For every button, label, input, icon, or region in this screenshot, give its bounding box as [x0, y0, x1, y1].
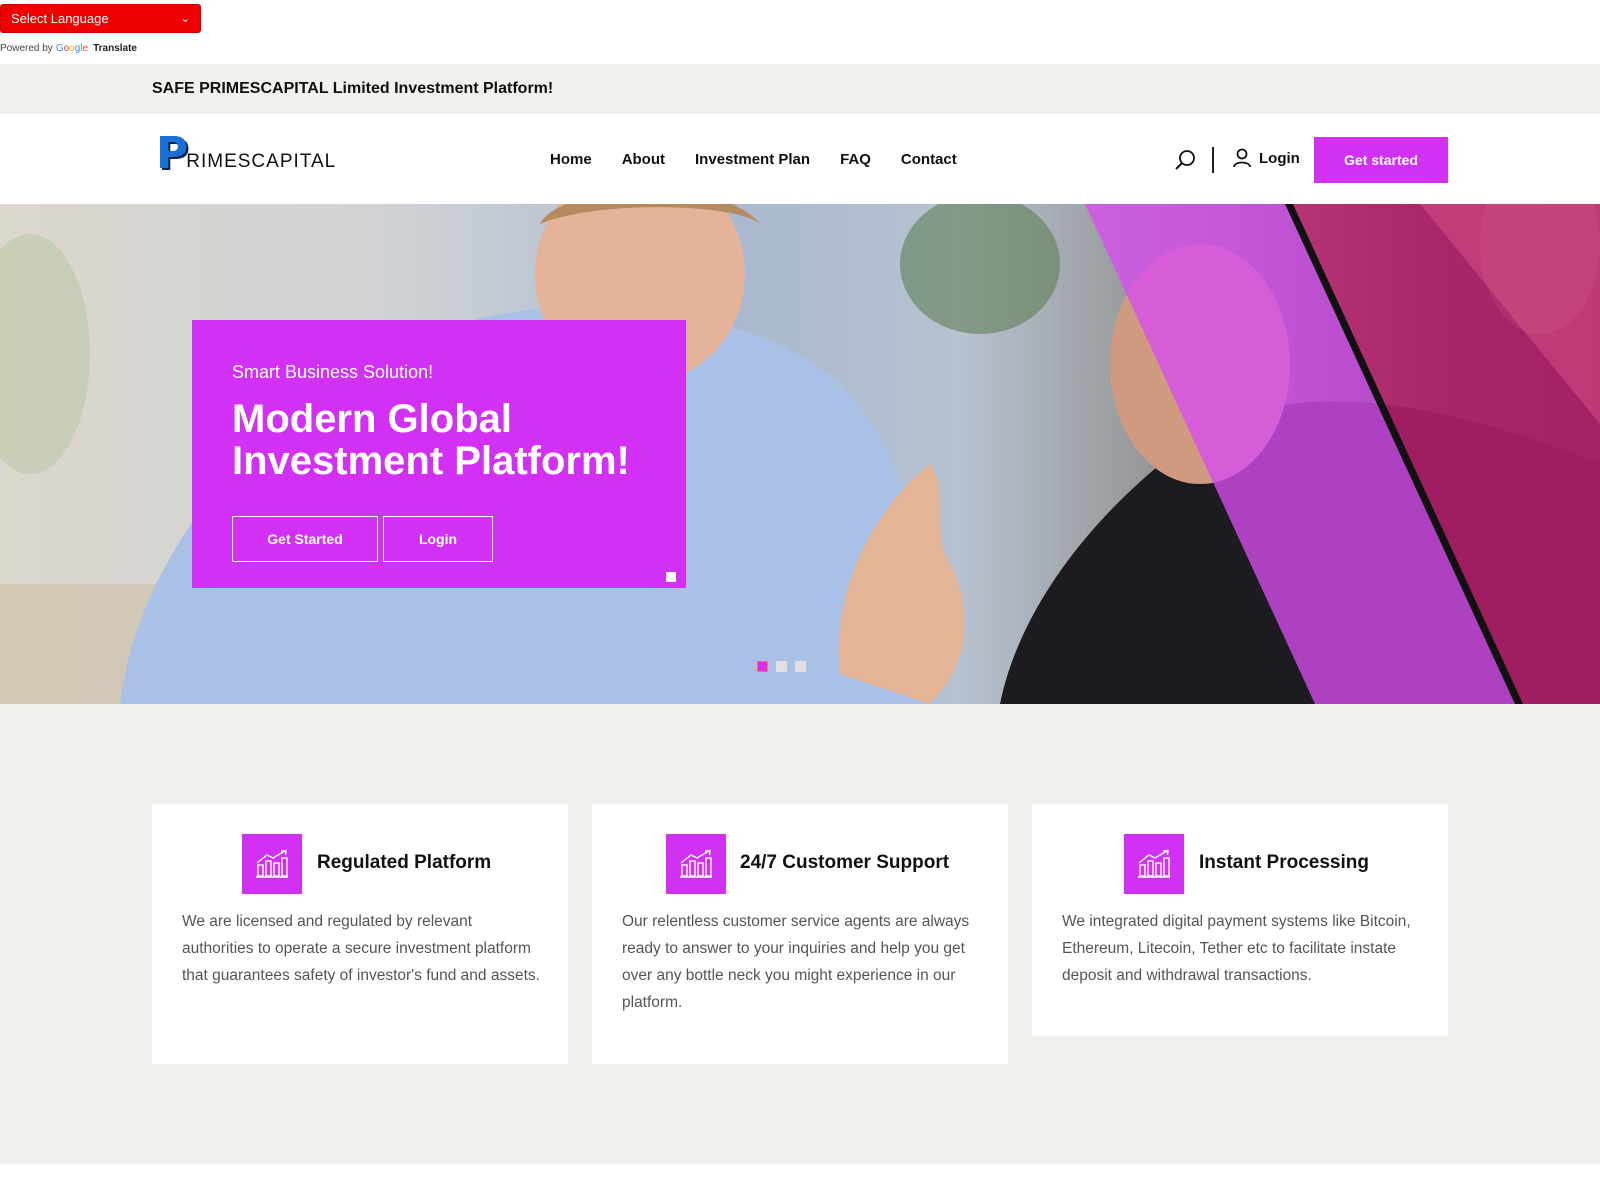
hero-get-started-button[interactable]: Get Started: [232, 516, 378, 562]
chart-growth-icon: [242, 834, 302, 894]
search-icon[interactable]: [1173, 148, 1197, 172]
nav-investment-plan[interactable]: Investment Plan: [695, 151, 810, 168]
feature-title: Regulated Platform: [317, 852, 492, 873]
announcement-bar: SAFE PRIMESCAPITAL Limited Investment Pl…: [0, 64, 1600, 114]
page-bottom: [0, 1164, 1600, 1200]
hero-slider: Smart Business Solution! Modern Global I…: [0, 204, 1600, 704]
nav-contact[interactable]: Contact: [901, 151, 957, 168]
header-divider: [1212, 147, 1214, 173]
slider-dots: [757, 661, 806, 672]
login-link[interactable]: Login: [1233, 148, 1300, 168]
nav-faq[interactable]: FAQ: [840, 151, 871, 168]
feature-card: Regulated Platform We are licensed and r…: [152, 804, 568, 1064]
slider-dot-3[interactable]: [795, 661, 806, 672]
feature-title: Instant Processing: [1199, 852, 1369, 873]
main-nav: Home About Investment Plan FAQ Contact: [550, 114, 957, 204]
chevron-down-icon: ⌄: [180, 13, 190, 25]
get-started-button[interactable]: Get started: [1314, 137, 1448, 183]
google-logo: Google: [55, 43, 89, 54]
feature-card: 24/7 Customer Support Our relentless cus…: [592, 804, 1008, 1064]
site-header: P RIMESCAPITAL Home About Investment Pla…: [0, 114, 1600, 204]
user-icon: [1233, 148, 1251, 168]
feature-text: We integrated digital payment systems li…: [1062, 913, 1411, 984]
site-logo[interactable]: P RIMESCAPITAL: [156, 128, 337, 179]
powered-by-google: Powered by Google Translate: [0, 43, 137, 54]
nav-about[interactable]: About: [622, 151, 665, 168]
feature-card: Instant Processing We integrated digital…: [1032, 804, 1448, 1036]
powered-by-text: Powered by: [0, 43, 53, 54]
feature-text: We are licensed and regulated by relevan…: [182, 913, 540, 984]
slider-dot-2[interactable]: [776, 661, 787, 672]
translate-widget: Select Language ⌄ Powered by Google Tran…: [0, 0, 1600, 64]
features-section: Regulated Platform We are licensed and r…: [0, 704, 1600, 1164]
logo-mark: P: [156, 128, 189, 179]
hero-login-button[interactable]: Login: [383, 516, 493, 562]
translate-link[interactable]: Translate: [93, 43, 137, 54]
hero-title: Modern Global Investment Platform!: [232, 397, 630, 483]
chart-growth-icon: [666, 834, 726, 894]
hero-subtitle: Smart Business Solution!: [232, 362, 434, 382]
login-label: Login: [1259, 149, 1300, 167]
hero-card: Smart Business Solution! Modern Global I…: [192, 320, 686, 588]
chart-growth-icon: [1124, 834, 1184, 894]
slider-dot-1[interactable]: [757, 661, 768, 672]
nav-home[interactable]: Home: [550, 151, 592, 168]
hero-corner-square: [666, 572, 676, 582]
logo-text: RIMESCAPITAL: [186, 151, 337, 172]
feature-text: Our relentless customer service agents a…: [622, 913, 970, 1011]
language-select[interactable]: Select Language ⌄: [0, 4, 201, 33]
feature-title: 24/7 Customer Support: [740, 852, 950, 873]
announcement-text: SAFE PRIMESCAPITAL Limited Investment Pl…: [152, 80, 554, 97]
language-select-label: Select Language: [11, 11, 109, 26]
